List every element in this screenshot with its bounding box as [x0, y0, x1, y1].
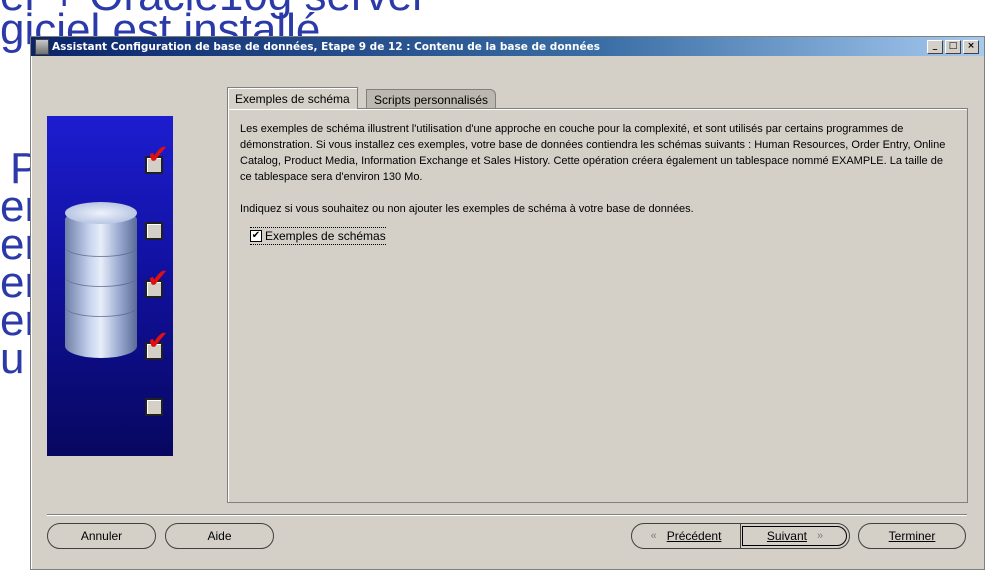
cancel-button-label: Annuler [80, 529, 123, 543]
sample-schemas-checkbox-row[interactable]: ✔ Exemples de schémas [250, 227, 386, 245]
finish-button[interactable]: Terminer [858, 523, 966, 549]
close-button[interactable]: × [963, 39, 979, 54]
tab-sample-schemas[interactable]: Exemples de schéma [227, 87, 358, 109]
check-icon: ✔ [147, 326, 169, 356]
check-icon: ✔ [147, 140, 169, 170]
sample-schemas-checkbox[interactable]: ✔ [250, 230, 262, 242]
chevron-left-icon: « [650, 530, 657, 542]
bg-left-line: u [0, 334, 25, 379]
button-separator [47, 514, 967, 516]
help-button[interactable]: Aide [165, 523, 274, 549]
schema-description: Les exemples de schéma illustrent l'util… [240, 123, 946, 183]
finish-button-label: Terminer [888, 529, 936, 543]
background-slide-left-text: P er er er er u [0, 150, 30, 378]
cancel-button[interactable]: Annuler [47, 523, 156, 549]
app-icon [35, 38, 49, 55]
schema-prompt: Indiquez si vous souhaitez ou non ajoute… [240, 203, 694, 215]
next-button[interactable]: Suivant » [740, 524, 849, 548]
chevron-right-icon: » [816, 530, 824, 542]
previous-button-label: Précédent [666, 529, 722, 543]
check-icon: ✔ [147, 264, 169, 294]
step-progress-panel: ✔ ✔ ✔ [47, 116, 173, 456]
tab-panel-sample-schemas: Les exemples de schéma illustrent l'util… [227, 108, 968, 503]
minimize-button[interactable]: _ [927, 39, 943, 54]
maximize-button[interactable]: □ [945, 39, 961, 54]
tab-custom-scripts[interactable]: Scripts personnalisés [366, 89, 497, 109]
step-indicator-5 [145, 398, 163, 416]
database-cylinder-top [65, 202, 137, 224]
previous-button[interactable]: « Précédent [632, 524, 740, 548]
step-indicator-2 [145, 222, 163, 240]
navigation-button-group: « Précédent Suivant » [631, 523, 850, 549]
next-button-label: Suivant [766, 529, 807, 543]
title-bar[interactable]: Assistant Configuration de base de donné… [31, 37, 984, 56]
wizard-window: Assistant Configuration de base de donné… [30, 36, 985, 570]
sample-schemas-checkbox-label: Exemples de schémas [265, 229, 386, 243]
help-button-label: Aide [207, 529, 232, 543]
window-title: Assistant Configuration de base de donné… [52, 40, 600, 53]
